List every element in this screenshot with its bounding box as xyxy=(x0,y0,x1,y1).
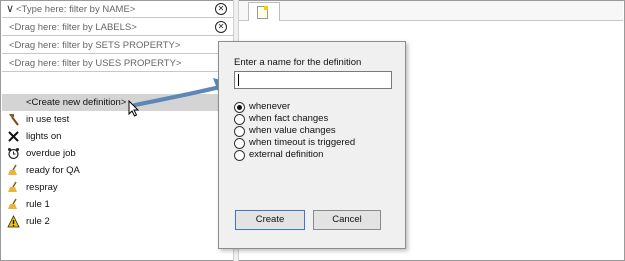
radio-button[interactable] xyxy=(234,102,245,113)
radio-button[interactable] xyxy=(234,150,245,161)
radio-button[interactable] xyxy=(234,138,245,149)
text-caret xyxy=(238,74,239,86)
radio-button[interactable] xyxy=(234,126,245,137)
create-button[interactable]: Create xyxy=(235,210,305,230)
mouse-cursor-icon xyxy=(128,100,140,117)
new-definition-dialog: Enter a name for the definition whenever… xyxy=(218,41,406,249)
cancel-button[interactable]: Cancel xyxy=(313,210,381,230)
dialog-title: Enter a name for the definition xyxy=(234,57,362,68)
definition-name-input[interactable] xyxy=(234,71,392,89)
radio-button[interactable] xyxy=(234,114,245,125)
